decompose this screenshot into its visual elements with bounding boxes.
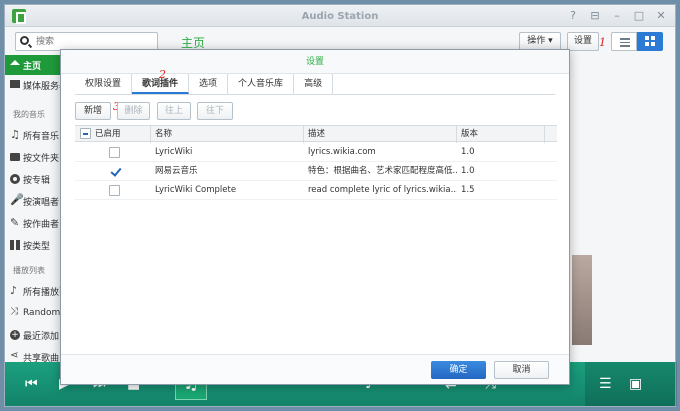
sidebar-item-all-music[interactable]: ♫ 所有音乐 xyxy=(5,125,65,145)
tab-options[interactable]: 选项 xyxy=(189,74,229,94)
dialog-title: 设置 xyxy=(61,50,569,74)
minimize-icon[interactable]: – xyxy=(611,10,623,22)
table-row[interactable]: 网易云音乐 特色：根据曲名、艺术家匹配程度高低... 1.0 xyxy=(75,162,557,181)
shuffle-icon: ⤨ xyxy=(10,306,18,317)
close-icon[interactable]: ✕ xyxy=(655,10,667,22)
pen-icon: ✎ xyxy=(10,216,20,229)
table-row[interactable]: LyricWiki Complete read complete lyric o… xyxy=(75,181,557,200)
plugin-version: 1.5 xyxy=(461,185,475,195)
album-cover-thumbnail xyxy=(572,255,592,345)
settings-tabs: 权限设置 歌词插件 选项 个人音乐库 高级 xyxy=(75,74,334,94)
move-down-button[interactable]: 往下 xyxy=(197,102,233,120)
enabled-checkbox[interactable] xyxy=(109,185,120,196)
grid-view-icon xyxy=(645,36,649,40)
sidebar-item-label: 按文件夹 xyxy=(23,153,60,164)
disc-icon xyxy=(10,174,20,184)
section-my-music: 我的音乐 xyxy=(13,110,45,119)
tab-divider xyxy=(75,94,555,95)
sidebar-item-album[interactable]: 按专辑 xyxy=(5,169,65,189)
pin-icon[interactable]: ⊟ xyxy=(589,10,601,22)
plugin-description: lyrics.wikia.com xyxy=(308,147,376,157)
tab-permissions[interactable]: 权限设置 xyxy=(75,74,133,94)
plugin-name: LyricWiki Complete xyxy=(155,185,237,195)
share-icon: ⋖ xyxy=(10,350,19,361)
sidebar-item-random-100[interactable]: ⤨ Random 100 xyxy=(5,303,65,323)
sidebar-item-composer[interactable]: ✎ 按作曲者 xyxy=(5,213,65,233)
sidebar-item-label: 媒体服务器 xyxy=(23,81,65,92)
sidebar-item-label: 所有播放列表 xyxy=(23,287,65,298)
column-enabled-label: 已启用 xyxy=(95,129,121,139)
settings-dialog: 设置 权限设置 歌词插件 选项 个人音乐库 高级 2 新增 3 删除 往上 往下… xyxy=(60,49,570,385)
annotation-2: 2 xyxy=(159,68,166,81)
plugin-description: read complete lyric of lyrics.wikia... xyxy=(308,185,457,195)
sidebar-item-media-server[interactable]: 媒体服务器 xyxy=(5,75,65,95)
sidebar-item-artist[interactable]: 🎤 按演唱者 xyxy=(5,191,65,211)
playlist-queue-icon[interactable]: ☰ xyxy=(599,376,612,392)
sidebar-item-recently-added[interactable]: + 最近添加 xyxy=(5,325,65,345)
music-note-icon: ♫ xyxy=(10,128,20,141)
sidebar-item-label: 按演唱者 xyxy=(23,197,60,208)
add-button[interactable]: 新增 xyxy=(75,102,111,120)
title-bar: Audio Station ? ⊟ – □ ✕ xyxy=(5,5,675,27)
playlist-icon: ♪ xyxy=(10,284,18,297)
list-view-button[interactable] xyxy=(611,32,637,51)
player-extra-controls: ☰ ▣ xyxy=(585,362,677,406)
column-name[interactable]: 名称 xyxy=(151,126,304,143)
column-description[interactable]: 描述 xyxy=(304,126,457,143)
help-icon[interactable]: ? xyxy=(567,10,579,22)
sidebar-item-label: 按作曲者 xyxy=(23,219,60,230)
list-view-icon xyxy=(620,38,630,40)
sidebar-item-label: 按类型 xyxy=(23,241,51,252)
enabled-checkbox[interactable] xyxy=(109,147,120,158)
previous-track-icon[interactable]: ⏮ xyxy=(25,376,38,392)
sidebar-item-all-playlists[interactable]: ♪ 所有播放列表 xyxy=(5,281,65,301)
lyrics-icon[interactable]: ▣ xyxy=(629,376,642,392)
delete-button[interactable]: 删除 xyxy=(117,102,150,120)
sidebar-item-label: 按专辑 xyxy=(23,175,51,186)
search-icon xyxy=(20,36,29,45)
media-server-icon xyxy=(10,80,20,88)
home-icon xyxy=(10,60,20,65)
settings-button[interactable]: 设置 xyxy=(567,32,599,51)
move-up-button[interactable]: 往上 xyxy=(157,102,191,120)
plugin-version: 1.0 xyxy=(461,166,475,176)
plugin-table-header: 已启用 名称 描述 版本 xyxy=(75,125,557,143)
search-input[interactable] xyxy=(36,34,146,49)
table-row[interactable]: LyricWiki lyrics.wikia.com 1.0 xyxy=(75,143,557,162)
select-all-checkbox[interactable] xyxy=(80,128,91,139)
section-playlists: 播放列表 xyxy=(13,266,45,275)
plugin-description: 特色：根据曲名、艺术家匹配程度高低... xyxy=(308,166,457,176)
sidebar-item-label: 所有音乐 xyxy=(23,131,60,142)
enabled-checkbox[interactable] xyxy=(109,166,120,177)
plugin-name: LyricWiki xyxy=(155,147,193,157)
maximize-icon[interactable]: □ xyxy=(633,10,645,22)
microphone-icon: 🎤 xyxy=(10,193,24,206)
plugin-name: 网易云音乐 xyxy=(155,166,198,176)
plugin-version: 1.0 xyxy=(461,147,475,157)
annotation-1: 1 xyxy=(599,36,606,49)
dialog-footer: 确定 取消 xyxy=(61,354,569,384)
folder-icon xyxy=(10,153,20,161)
sidebar-item-label: 主页 xyxy=(23,61,42,72)
sidebar-item-label: 最近添加 xyxy=(23,331,60,342)
sidebar: 主页 媒体服务器 我的音乐 ♫ 所有音乐 按文件夹 按专辑 🎤 按演唱者 ✎ 按… xyxy=(5,55,65,365)
sidebar-item-label: Random 100 xyxy=(23,308,65,318)
ok-button[interactable]: 确定 xyxy=(431,361,486,379)
sidebar-item-genre[interactable]: 按类型 xyxy=(5,235,65,255)
sidebar-item-home[interactable]: 主页 xyxy=(5,55,65,75)
genre-grid-icon xyxy=(10,240,20,250)
cancel-button[interactable]: 取消 xyxy=(494,361,549,379)
tab-personal-library[interactable]: 个人音乐库 xyxy=(228,74,295,94)
tab-advanced[interactable]: 高级 xyxy=(294,74,334,94)
column-enabled[interactable]: 已启用 xyxy=(75,126,151,143)
column-version[interactable]: 版本 xyxy=(457,126,545,143)
add-circle-icon: + xyxy=(10,330,20,340)
sidebar-item-folder[interactable]: 按文件夹 xyxy=(5,147,65,167)
grid-view-button[interactable] xyxy=(637,32,663,51)
